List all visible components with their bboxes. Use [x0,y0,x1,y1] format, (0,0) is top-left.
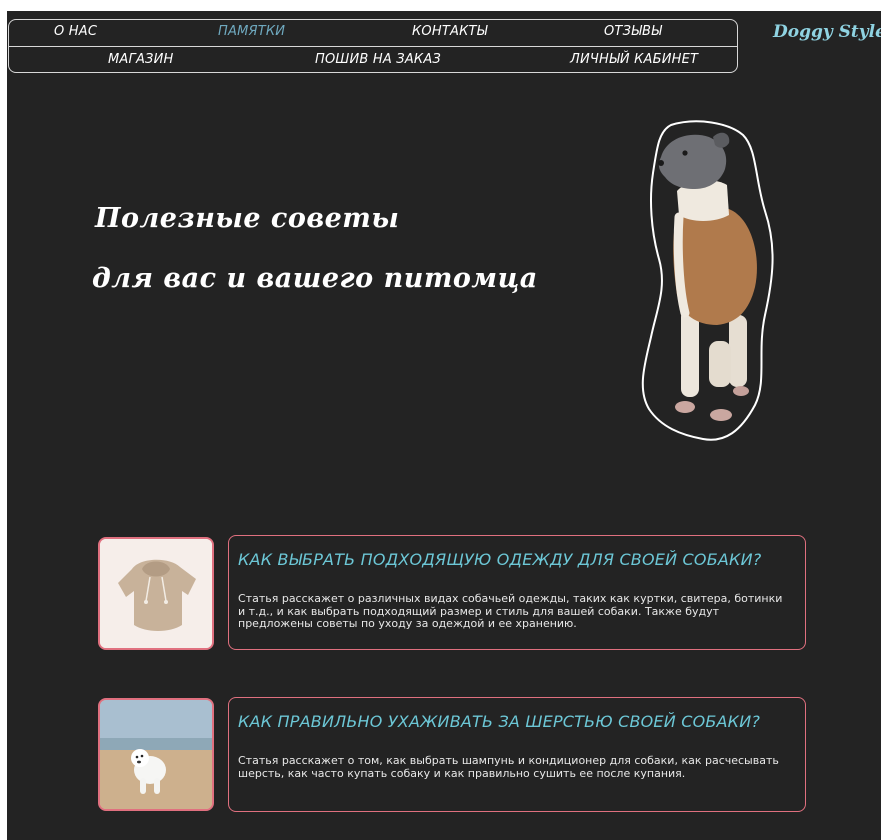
hoodie-image [100,539,212,648]
article-1-title[interactable]: КАК ВЫБРАТЬ ПОДХОДЯЩУЮ ОДЕЖДУ ДЛЯ СВОЕЙ … [238,550,761,569]
nav-shop[interactable]: МАГАЗИН [108,52,173,67]
nav-custom-tailoring[interactable]: ПОШИВ НА ЗАКАЗ [315,52,441,67]
brand-logo[interactable]: Doggy Style [773,22,881,42]
article-1-text: Статья расскажет о различных видах собач… [238,592,783,630]
nav-contacts[interactable]: КОНТАКТЫ [412,24,487,39]
article-2-text: Статья расскажет о том, как выбрать шамп… [238,754,779,780]
nav-reviews[interactable]: ОТЗЫВЫ [604,24,662,39]
nav-account[interactable]: ЛИЧНЫЙ КАБИНЕТ [570,52,698,67]
article-2-card[interactable]: КАК ПРАВИЛЬНО УХАЖИВАТЬ ЗА ШЕРСТЬЮ СВОЕЙ… [228,697,806,812]
hero-title-line-2: для вас и вашего питомца [92,263,538,294]
samoyed-on-beach-image [100,700,212,809]
nav-about[interactable]: О НАС [54,24,97,39]
dog-in-coat-image [641,120,774,441]
article-2-title[interactable]: КАК ПРАВИЛЬНО УХАЖИВАТЬ ЗА ШЕРСТЬЮ СВОЕЙ… [238,712,760,731]
nav-divider [8,46,738,47]
article-2-thumbnail[interactable] [98,698,214,811]
article-1-thumbnail[interactable] [98,537,214,650]
hero-title-line-1: Полезные советы [95,203,400,234]
page: О НАС ПАМЯТКИ КОНТАКТЫ ОТЗЫВЫ МАГАЗИН ПО… [7,11,881,840]
article-1-card[interactable]: КАК ВЫБРАТЬ ПОДХОДЯЩУЮ ОДЕЖДУ ДЛЯ СВОЕЙ … [228,535,806,650]
nav-tips[interactable]: ПАМЯТКИ [218,24,285,39]
